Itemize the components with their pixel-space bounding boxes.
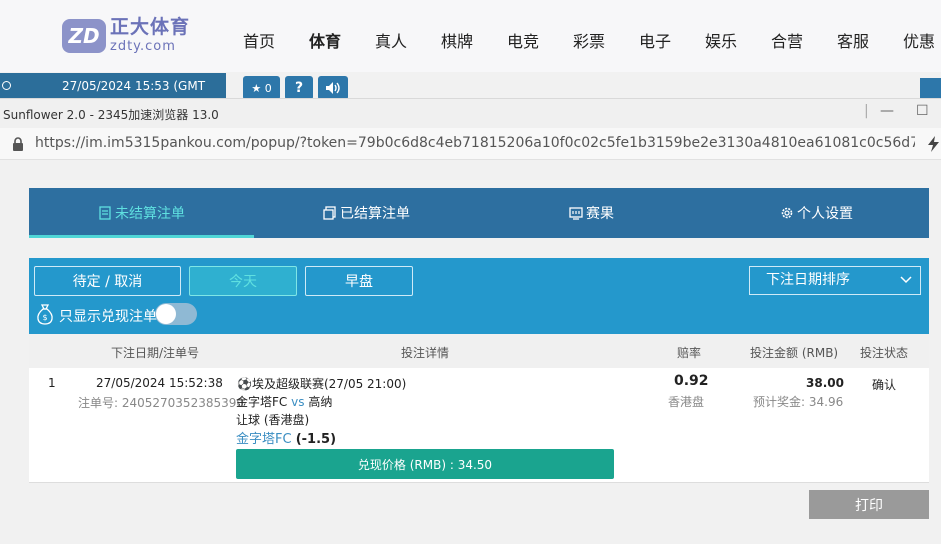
nav-item-slots[interactable]: 电子 — [622, 28, 688, 52]
match-teams: 金字塔FC vs 高纳 — [236, 393, 332, 410]
soccer-ball-icon: ⚽ — [237, 377, 252, 391]
nav-item-promotions[interactable]: 优惠 — [886, 28, 941, 52]
bet-tabs: 未结算注单 已结算注单 赛果 个人设置 — [29, 188, 929, 238]
nav-item-live-casino[interactable]: 真人 — [358, 28, 424, 52]
odds-value: 0.92 — [674, 373, 709, 389]
favorites-button[interactable]: ★ 0 — [243, 76, 280, 100]
tab-label: 个人设置 — [797, 206, 853, 222]
selection-team: 金字塔FC — [236, 432, 292, 447]
speaker-icon — [326, 82, 340, 94]
document-icon — [99, 206, 111, 220]
print-button[interactable]: 打印 — [809, 490, 929, 519]
league-line: ⚽埃及超级联赛(27/05 21:00) — [237, 375, 406, 392]
bet-date: 27/05/2024 15:52:38 — [96, 376, 223, 390]
nav-item-esports[interactable]: 电竞 — [490, 28, 556, 52]
lightning-icon[interactable] — [926, 136, 941, 152]
window-title: Sunflower 2.0 - 2345加速浏览器 13.0 — [3, 108, 219, 122]
sort-dropdown-value: 下注日期排序 — [766, 272, 850, 288]
nav-item-home[interactable]: 首页 — [226, 28, 292, 52]
filter-bar: 待定 / 取消 今天 早盘 下注日期排序 $ 只显示兑现注单 — [29, 258, 929, 334]
bet-number: 注单号: 2405270352385390 — [78, 396, 245, 410]
pending-cancel-button[interactable]: 待定 / 取消 — [34, 266, 181, 296]
favorites-count: 0 — [264, 81, 272, 95]
handicap-value: (-1.5) — [295, 432, 337, 447]
bet-table-header: 下注日期/注单号 投注详情 赔率 投注金额 (RMB) 投注状态 — [29, 334, 929, 368]
datetime-box: 27/05/2024 15:53 (GMT +8) — [0, 73, 226, 119]
nav-item-affiliate[interactable]: 合营 — [754, 28, 820, 52]
toggle-knob — [156, 304, 176, 324]
league-name: 埃及超级联赛(27/05 21:00) — [251, 377, 407, 391]
tab-label: 未结算注单 — [115, 206, 185, 222]
selection-line: 金字塔FC (-1.5) — [236, 428, 336, 447]
home-team: 金字塔FC — [236, 395, 288, 409]
titlebar-separator: | — [864, 103, 869, 119]
minimize-button[interactable]: — — [880, 103, 894, 119]
address-bar[interactable]: https://im.im5315pankou.com/popup/?token… — [0, 128, 941, 160]
sound-button[interactable] — [318, 76, 348, 100]
nav-item-lottery[interactable]: 彩票 — [556, 28, 622, 52]
tab-unsettled-bets[interactable]: 未结算注单 — [29, 188, 254, 238]
nav-item-entertainment[interactable]: 娱乐 — [688, 28, 754, 52]
away-team: 高纳 — [308, 395, 333, 409]
odds-type: 香港盘 — [668, 395, 705, 409]
nav-item-support[interactable]: 客服 — [820, 28, 886, 52]
window-titlebar: Sunflower 2.0 - 2345加速浏览器 13.0 | — ☐ — [0, 98, 941, 128]
bet-list-page: 未结算注单 已结算注单 赛果 个人设置 待定 / 取消 今天 早盘 下注日期排序… — [0, 160, 941, 544]
help-button[interactable]: ? — [285, 76, 313, 100]
scoreboard-icon — [569, 207, 583, 220]
market-type: 让球 (香港盘) — [236, 413, 310, 427]
tab-label: 已结算注单 — [340, 206, 410, 222]
header-odds: 赔率 — [677, 346, 702, 360]
nav-item-cards[interactable]: 棋牌 — [424, 28, 490, 52]
site-logo[interactable]: ZD 正大体育 zdty.com — [62, 18, 190, 53]
star-icon: ★ — [251, 81, 262, 95]
main-nav: 首页 体育 真人 棋牌 电竞 彩票 电子 娱乐 合营 客服 优惠 — [226, 28, 941, 52]
tab-settled-bets[interactable]: 已结算注单 — [254, 188, 479, 238]
logo-domain: zdty.com — [110, 39, 176, 54]
row-index: 1 — [48, 376, 56, 390]
table-row: 1 27/05/2024 15:52:38 注单号: 2405270352385… — [29, 368, 929, 483]
cashout-only-label: 只显示兑现注单 — [59, 309, 157, 325]
maximize-button[interactable]: ☐ — [916, 103, 929, 119]
clock-icon — [2, 81, 11, 90]
url-text[interactable]: https://im.im5315pankou.com/popup/?token… — [35, 135, 915, 151]
lock-icon — [13, 137, 23, 151]
chevron-down-icon — [900, 276, 912, 284]
money-bag-icon: $ — [37, 304, 53, 325]
site-header: ZD 正大体育 zdty.com 首页 体育 真人 棋牌 电竞 彩票 电子 娱乐… — [0, 0, 941, 72]
nav-item-sports[interactable]: 体育 — [292, 28, 358, 52]
cashout-only-toggle[interactable] — [155, 303, 197, 325]
settled-icon — [323, 206, 336, 220]
cashout-button[interactable]: 兑现价格 (RMB) : 34.50 — [236, 449, 614, 479]
header-bet-details: 投注详情 — [401, 346, 450, 360]
estimated-winnings: 预计奖金: 34.96 — [753, 395, 844, 409]
early-market-button[interactable]: 早盘 — [305, 266, 413, 296]
header-stake: 投注金额 (RMB) — [750, 346, 839, 360]
stake-amount: 38.00 — [806, 376, 844, 390]
bet-status: 确认 — [872, 378, 897, 392]
tab-results[interactable]: 赛果 — [479, 188, 704, 238]
logo-chinese-name: 正大体育 — [110, 16, 191, 38]
tab-personal-settings[interactable]: 个人设置 — [704, 188, 929, 238]
logo-mark: ZD — [62, 18, 106, 53]
header-status: 投注状态 — [860, 346, 909, 360]
sort-dropdown[interactable]: 下注日期排序 — [749, 266, 921, 295]
gear-icon — [781, 207, 793, 219]
side-panel-toggle[interactable] — [920, 78, 941, 100]
svg-text:$: $ — [42, 313, 47, 322]
question-icon: ? — [294, 80, 304, 96]
header-date-betno: 下注日期/注单号 — [111, 346, 200, 360]
tab-label: 赛果 — [586, 206, 614, 222]
today-button[interactable]: 今天 — [189, 266, 297, 296]
vs-label: vs — [291, 395, 305, 409]
